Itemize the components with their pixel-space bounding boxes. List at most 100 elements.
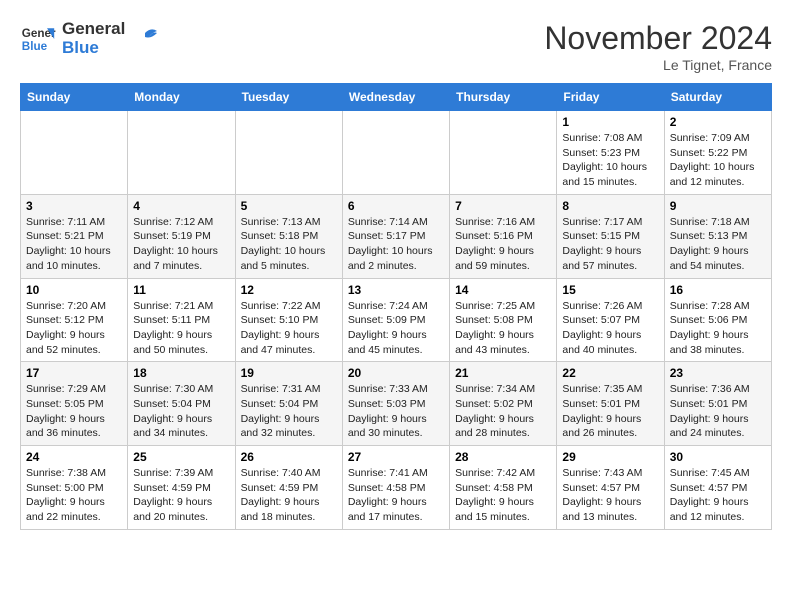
month-title: November 2024: [544, 20, 772, 57]
day-cell: 22Sunrise: 7:35 AM Sunset: 5:01 PM Dayli…: [557, 362, 664, 446]
day-number: 22: [562, 366, 658, 380]
day-cell: 21Sunrise: 7:34 AM Sunset: 5:02 PM Dayli…: [450, 362, 557, 446]
day-number: 30: [670, 450, 766, 464]
day-cell: 7 Sunrise: 7:16 AM Sunset: 5:16 PM Daylig…: [450, 194, 557, 278]
day-info: Sunrise: 7:08 AM Sunset: 5:23 PM Dayligh…: [562, 131, 658, 190]
day-number: 19: [241, 366, 337, 380]
day-info: Sunrise: 7:12 AM Sunset: 5:19 PM Dayligh…: [133, 215, 229, 274]
day-number: 11: [133, 283, 229, 297]
day-number: 9: [670, 199, 766, 213]
day-cell: [342, 111, 449, 195]
day-info: Sunrise: 7:11 AM Sunset: 5:21 PM Dayligh…: [26, 215, 122, 274]
day-number: 2: [670, 115, 766, 129]
day-cell: 30 Sunrise: 7:45 AM Sunset: 4:57 PM Dayli…: [664, 446, 771, 530]
day-info: Sunrise: 7:17 AM Sunset: 5:15 PM Dayligh…: [562, 215, 658, 274]
weekday-header-thursday: Thursday: [450, 84, 557, 111]
day-cell: 29Sunrise: 7:43 AM Sunset: 4:57 PM Dayli…: [557, 446, 664, 530]
day-number: 27: [348, 450, 444, 464]
day-info: Sunrise: 7:40 AM Sunset: 4:59 PM Dayligh…: [241, 466, 337, 525]
day-cell: 20 Sunrise: 7:33 AM Sunset: 5:03 PM Dayli…: [342, 362, 449, 446]
day-info: Sunrise: 7:22 AM Sunset: 5:10 PM Dayligh…: [241, 299, 337, 358]
day-number: 8: [562, 199, 658, 213]
logo-bird-icon: [131, 25, 159, 53]
day-cell: 26 Sunrise: 7:40 AM Sunset: 4:59 PM Dayli…: [235, 446, 342, 530]
day-info: Sunrise: 7:30 AM Sunset: 5:04 PM Dayligh…: [133, 382, 229, 441]
week-row-3: 10 Sunrise: 7:20 AM Sunset: 5:12 PM Dayli…: [21, 278, 772, 362]
day-cell: 9 Sunrise: 7:18 AM Sunset: 5:13 PM Daylig…: [664, 194, 771, 278]
day-number: 14: [455, 283, 551, 297]
day-number: 23: [670, 366, 766, 380]
day-cell: 19Sunrise: 7:31 AM Sunset: 5:04 PM Dayli…: [235, 362, 342, 446]
day-info: Sunrise: 7:24 AM Sunset: 5:09 PM Dayligh…: [348, 299, 444, 358]
day-info: Sunrise: 7:39 AM Sunset: 4:59 PM Dayligh…: [133, 466, 229, 525]
weekday-header-wednesday: Wednesday: [342, 84, 449, 111]
day-info: Sunrise: 7:14 AM Sunset: 5:17 PM Dayligh…: [348, 215, 444, 274]
day-number: 13: [348, 283, 444, 297]
day-info: Sunrise: 7:43 AM Sunset: 4:57 PM Dayligh…: [562, 466, 658, 525]
day-cell: 16 Sunrise: 7:28 AM Sunset: 5:06 PM Dayli…: [664, 278, 771, 362]
day-number: 7: [455, 199, 551, 213]
day-info: Sunrise: 7:42 AM Sunset: 4:58 PM Dayligh…: [455, 466, 551, 525]
day-cell: 27 Sunrise: 7:41 AM Sunset: 4:58 PM Dayli…: [342, 446, 449, 530]
day-cell: [235, 111, 342, 195]
day-cell: 24 Sunrise: 7:38 AM Sunset: 5:00 PM Dayli…: [21, 446, 128, 530]
day-info: Sunrise: 7:29 AM Sunset: 5:05 PM Dayligh…: [26, 382, 122, 441]
day-cell: 1Sunrise: 7:08 AM Sunset: 5:23 PM Daylig…: [557, 111, 664, 195]
day-cell: 23 Sunrise: 7:36 AM Sunset: 5:01 PM Dayli…: [664, 362, 771, 446]
day-cell: 17Sunrise: 7:29 AM Sunset: 5:05 PM Dayli…: [21, 362, 128, 446]
logo-blue: Blue: [62, 39, 125, 58]
day-number: 18: [133, 366, 229, 380]
day-info: Sunrise: 7:18 AM Sunset: 5:13 PM Dayligh…: [670, 215, 766, 274]
day-info: Sunrise: 7:45 AM Sunset: 4:57 PM Dayligh…: [670, 466, 766, 525]
weekday-header-tuesday: Tuesday: [235, 84, 342, 111]
day-info: Sunrise: 7:13 AM Sunset: 5:18 PM Dayligh…: [241, 215, 337, 274]
day-cell: 8 Sunrise: 7:17 AM Sunset: 5:15 PM Daylig…: [557, 194, 664, 278]
day-cell: 5 Sunrise: 7:13 AM Sunset: 5:18 PM Daylig…: [235, 194, 342, 278]
day-number: 5: [241, 199, 337, 213]
week-row-1: 1Sunrise: 7:08 AM Sunset: 5:23 PM Daylig…: [21, 111, 772, 195]
day-info: Sunrise: 7:36 AM Sunset: 5:01 PM Dayligh…: [670, 382, 766, 441]
weekday-header-row: SundayMondayTuesdayWednesdayThursdayFrid…: [21, 84, 772, 111]
page-header: General Blue General Blue November 2024 …: [20, 20, 772, 73]
day-info: Sunrise: 7:33 AM Sunset: 5:03 PM Dayligh…: [348, 382, 444, 441]
day-cell: 3Sunrise: 7:11 AM Sunset: 5:21 PM Daylig…: [21, 194, 128, 278]
day-cell: [128, 111, 235, 195]
day-info: Sunrise: 7:41 AM Sunset: 4:58 PM Dayligh…: [348, 466, 444, 525]
day-cell: 13 Sunrise: 7:24 AM Sunset: 5:09 PM Dayli…: [342, 278, 449, 362]
day-number: 28: [455, 450, 551, 464]
day-info: Sunrise: 7:16 AM Sunset: 5:16 PM Dayligh…: [455, 215, 551, 274]
day-cell: 10 Sunrise: 7:20 AM Sunset: 5:12 PM Dayli…: [21, 278, 128, 362]
day-cell: 18 Sunrise: 7:30 AM Sunset: 5:04 PM Dayli…: [128, 362, 235, 446]
title-block: November 2024 Le Tignet, France: [544, 20, 772, 73]
day-cell: 12Sunrise: 7:22 AM Sunset: 5:10 PM Dayli…: [235, 278, 342, 362]
weekday-header-monday: Monday: [128, 84, 235, 111]
day-info: Sunrise: 7:09 AM Sunset: 5:22 PM Dayligh…: [670, 131, 766, 190]
day-info: Sunrise: 7:20 AM Sunset: 5:12 PM Dayligh…: [26, 299, 122, 358]
day-info: Sunrise: 7:25 AM Sunset: 5:08 PM Dayligh…: [455, 299, 551, 358]
logo-general: General: [62, 20, 125, 39]
logo: General Blue General Blue: [20, 20, 159, 57]
day-number: 16: [670, 283, 766, 297]
day-cell: 11Sunrise: 7:21 AM Sunset: 5:11 PM Dayli…: [128, 278, 235, 362]
weekday-header-saturday: Saturday: [664, 84, 771, 111]
day-cell: 6Sunrise: 7:14 AM Sunset: 5:17 PM Daylig…: [342, 194, 449, 278]
day-cell: 15 Sunrise: 7:26 AM Sunset: 5:07 PM Dayli…: [557, 278, 664, 362]
day-cell: 4Sunrise: 7:12 AM Sunset: 5:19 PM Daylig…: [128, 194, 235, 278]
week-row-5: 24 Sunrise: 7:38 AM Sunset: 5:00 PM Dayli…: [21, 446, 772, 530]
day-cell: [450, 111, 557, 195]
weekday-header-friday: Friday: [557, 84, 664, 111]
day-number: 15: [562, 283, 658, 297]
day-number: 25: [133, 450, 229, 464]
day-info: Sunrise: 7:26 AM Sunset: 5:07 PM Dayligh…: [562, 299, 658, 358]
day-info: Sunrise: 7:38 AM Sunset: 5:00 PM Dayligh…: [26, 466, 122, 525]
day-cell: 2 Sunrise: 7:09 AM Sunset: 5:22 PM Daylig…: [664, 111, 771, 195]
day-info: Sunrise: 7:28 AM Sunset: 5:06 PM Dayligh…: [670, 299, 766, 358]
week-row-2: 3Sunrise: 7:11 AM Sunset: 5:21 PM Daylig…: [21, 194, 772, 278]
logo-icon: General Blue: [20, 21, 56, 57]
day-number: 24: [26, 450, 122, 464]
day-number: 10: [26, 283, 122, 297]
day-number: 20: [348, 366, 444, 380]
weekday-header-sunday: Sunday: [21, 84, 128, 111]
day-number: 26: [241, 450, 337, 464]
day-cell: [21, 111, 128, 195]
